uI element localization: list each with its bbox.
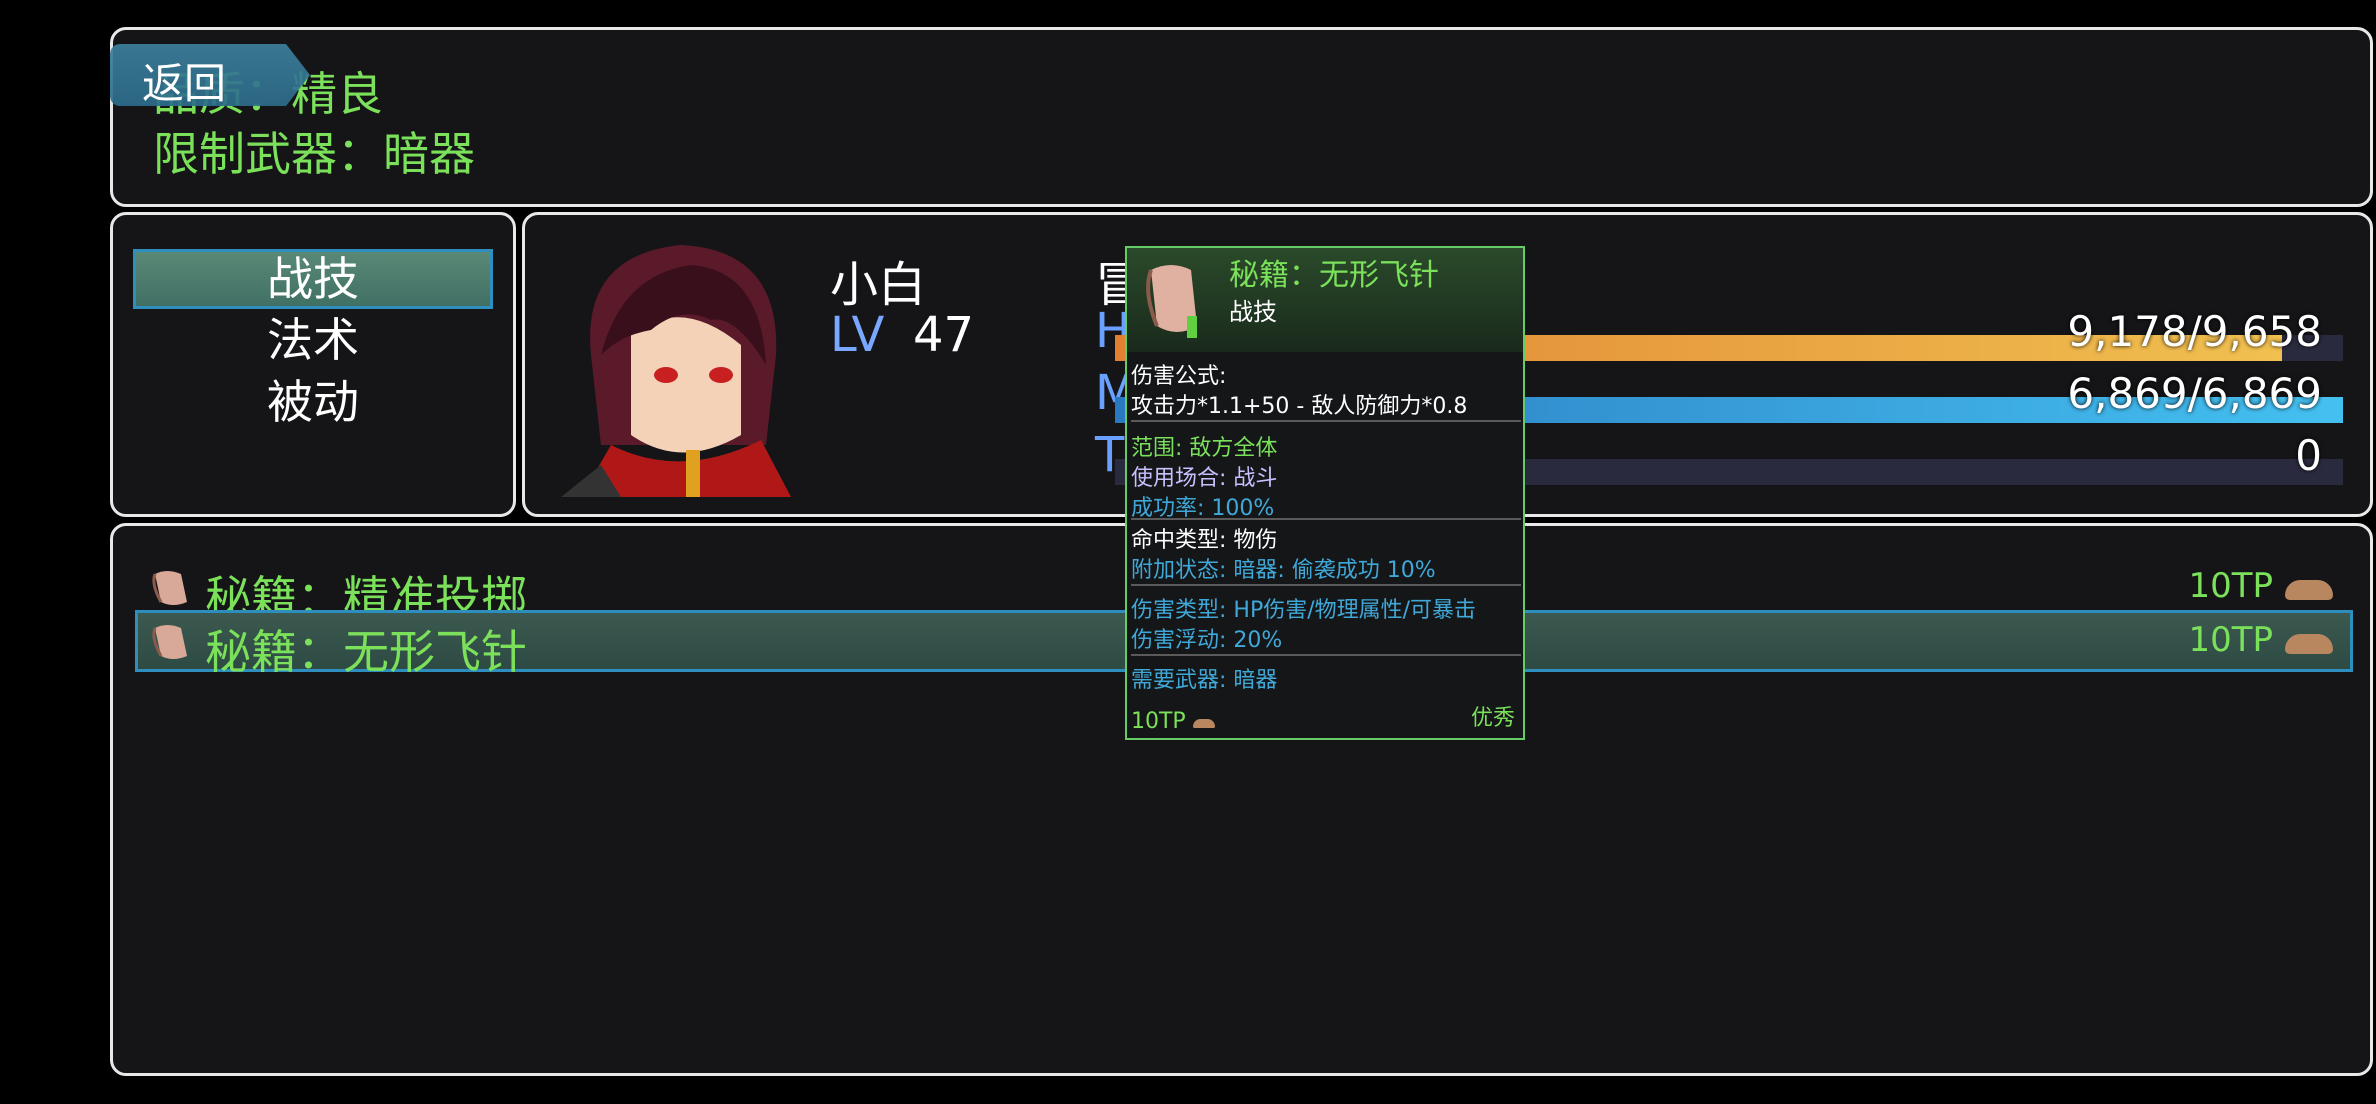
shoe-icon bbox=[2285, 634, 2333, 654]
actor-name: 小白 bbox=[830, 257, 927, 313]
actor-portrait bbox=[561, 245, 791, 497]
tooltip-rarity: 优秀 bbox=[1470, 706, 1515, 731]
divider bbox=[1131, 518, 1521, 520]
help-window: 品质：精良 限制武器：暗器 bbox=[110, 27, 2373, 207]
divider bbox=[1131, 654, 1521, 656]
scroll-icon bbox=[152, 571, 187, 605]
scroll-icon bbox=[152, 625, 187, 659]
divider bbox=[1131, 420, 1521, 422]
tooltip-type: 战技 bbox=[1229, 298, 1277, 326]
level-label: LV bbox=[830, 307, 885, 363]
skill-type-passive[interactable]: 被动 bbox=[133, 372, 493, 432]
tooltip-cost: 10TP bbox=[1131, 709, 1186, 734]
skill-tooltip: 秘籍：无形飞针 战技 伤害公式: 攻击力*1.1+50 - 敌人防御力*0.8 … bbox=[1125, 246, 1525, 740]
formula-text: 攻击力*1.1+50 - 敌人防御力*0.8 bbox=[1131, 394, 1468, 419]
scope-text: 范围: 敌方全体 bbox=[1131, 436, 1278, 461]
formula-label: 伤害公式: bbox=[1131, 364, 1227, 389]
tooltip-header: 秘籍：无形飞针 战技 bbox=[1127, 248, 1523, 352]
skill-cost: 10TP bbox=[2188, 620, 2273, 660]
add-state-text: 附加状态: 暗器: 偷袭成功 10% bbox=[1131, 558, 1436, 583]
occasion-text: 使用场合: 战斗 bbox=[1131, 466, 1278, 491]
skill-cost: 10TP bbox=[2188, 566, 2273, 606]
skill-type-window: 战技 法术 被动 bbox=[110, 212, 516, 517]
skill-type-combat[interactable]: 战技 bbox=[133, 249, 493, 309]
damage-type-text: 伤害类型: HP伤害/物理属性/可暴击 bbox=[1131, 598, 1477, 623]
tooltip-title: 秘籍：无形飞针 bbox=[1229, 258, 1439, 293]
back-button-label[interactable]: 返回 bbox=[142, 50, 226, 111]
variance-text: 伤害浮动: 20% bbox=[1131, 628, 1283, 653]
skill-name: 秘籍：无形飞针 bbox=[205, 625, 527, 679]
hp-value: 9,178/9,658 bbox=[2067, 307, 2322, 356]
shoe-icon bbox=[2285, 580, 2333, 600]
weapon-restriction-text: 限制武器：暗器 bbox=[153, 127, 475, 181]
required-weapon-text: 需要武器: 暗器 bbox=[1131, 668, 1278, 693]
tp-value: 0 bbox=[2295, 431, 2322, 480]
hit-type-text: 命中类型: 物伤 bbox=[1131, 528, 1278, 553]
shoe-icon bbox=[1193, 719, 1215, 728]
skill-type-magic[interactable]: 法术 bbox=[133, 310, 493, 370]
scroll-icon bbox=[1146, 265, 1197, 338]
level-value: 47 bbox=[913, 307, 975, 363]
divider bbox=[1131, 584, 1521, 586]
mp-value: 6,869/6,869 bbox=[2067, 369, 2322, 418]
